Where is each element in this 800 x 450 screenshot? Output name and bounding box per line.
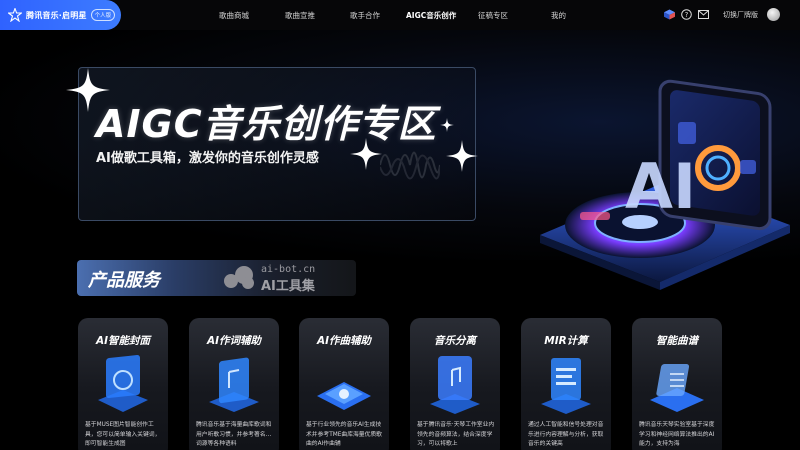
lyrics-sheet-icon xyxy=(209,357,259,412)
top-nav: 腾讯音乐·启明星 个人版 歌曲商城 歌曲宣推 歌手合作 AIGC音乐创作 征稿专… xyxy=(0,0,800,30)
cube-icon[interactable] xyxy=(664,9,675,20)
sparkle-icon xyxy=(66,68,110,112)
nav-item-song-promo[interactable]: 歌曲宣推 xyxy=(285,10,315,21)
nav-item-aigc[interactable]: AIGC音乐创作 xyxy=(406,10,456,21)
hero-subtitle: AI做歌工具箱，激发你的音乐创作灵感 xyxy=(96,151,319,166)
card-title: 智能曲谱 xyxy=(656,335,698,347)
star-logo-icon xyxy=(8,8,22,22)
help-icon[interactable]: ? xyxy=(681,9,692,20)
edition-badge[interactable]: 个人版 xyxy=(90,9,116,21)
sound-wave-icon xyxy=(380,151,440,180)
sparkle-icon xyxy=(446,140,478,172)
svg-text:?: ? xyxy=(685,11,689,19)
mail-icon[interactable] xyxy=(698,9,709,20)
card-mir-compute[interactable]: MIR计算 通过人工智能和信号处理对音乐进行内容理解与分析，获取音乐的关键高 xyxy=(521,318,611,450)
card-title: AI作词辅助 xyxy=(206,335,262,347)
nav-item-submissions[interactable]: 征稿专区 xyxy=(478,10,508,21)
card-description: 通过人工智能和信号处理对音乐进行内容理解与分析，获取音乐的关键高 xyxy=(528,422,604,447)
card-smart-score[interactable]: 智能曲谱 腾讯音乐天琴实验室基于深度学习和神经网络算法推出的AI能力，支持为海 xyxy=(632,318,722,450)
card-description: 基于MUSE图片智能创作工具，您可以简单输入关键词，即可智能生成图 xyxy=(85,422,161,447)
analysis-doc-icon xyxy=(541,358,591,414)
card-title: MIR计算 xyxy=(544,335,588,347)
watermark-name: AI工具集 xyxy=(261,279,315,294)
picture-frame-icon xyxy=(98,355,148,412)
avatar[interactable] xyxy=(767,8,780,21)
watermark-logo-icon xyxy=(224,266,254,289)
card-title: 音乐分离 xyxy=(434,335,476,347)
card-ai-lyrics[interactable]: AI作词辅助 腾讯音乐基于海量曲库歌词和用户听歌习惯，并参考著名…词源等各种语料 xyxy=(189,318,279,450)
nav-item-artist-coop[interactable]: 歌手合作 xyxy=(350,10,380,21)
card-description: 腾讯音乐基于海量曲库歌词和用户听歌习惯，并参考著名…词源等各种语料 xyxy=(196,422,272,447)
nav-item-mine[interactable]: 我的 xyxy=(551,10,566,21)
card-music-separation[interactable]: 音乐分离 基于腾讯音乐·天琴工作室业内领先的音频算法，结合深度学习，可以将歌上 xyxy=(410,318,500,450)
hero-banner: AI AIGC音乐创作专区 AI做歌工具箱，激发你的音乐创作灵感 xyxy=(0,30,800,290)
nav-right-tools: ? 切换厂牌版 xyxy=(664,8,780,21)
card-ai-composition[interactable]: AI作曲辅助 基于行业领先的音乐AI生成技术并参考TME曲库海量优质歌曲的AI作… xyxy=(299,318,389,450)
section-title: 产品服务 xyxy=(88,270,160,291)
music-score-icon xyxy=(650,364,704,412)
nav-item-song-store[interactable]: 歌曲商城 xyxy=(219,10,249,21)
sparkle-icon xyxy=(440,118,454,132)
brand-logo[interactable]: 腾讯音乐·启明星 个人版 xyxy=(0,0,121,30)
card-title: AI智能封面 xyxy=(95,335,151,347)
brand-name: 腾讯音乐·启明星 xyxy=(26,10,87,20)
card-description: 腾讯音乐天琴实验室基于深度学习和神经网络算法推出的AI能力，支持为海 xyxy=(639,422,715,447)
music-device-illustration: AI xyxy=(540,79,790,290)
svg-text:AI: AI xyxy=(625,150,696,223)
switch-label-edition[interactable]: 切换厂牌版 xyxy=(723,10,758,20)
card-description: 基于行业领先的音乐AI生成技术并参考TME曲库海量优质歌曲的AI作曲辅 xyxy=(306,422,382,447)
sparkle-icon xyxy=(350,138,382,170)
composition-panel-icon xyxy=(317,382,371,410)
card-title: AI作曲辅助 xyxy=(316,335,372,347)
card-description: 基于腾讯音乐·天琴工作室业内领先的音频算法，结合深度学习，可以将歌上 xyxy=(417,422,495,447)
watermark-url: ai-bot.cn xyxy=(261,264,316,275)
audio-split-icon xyxy=(430,356,480,414)
card-ai-cover[interactable]: AI智能封面 基于MUSE图片智能创作工具，您可以简单输入关键词，即可智能生成图 xyxy=(78,318,168,450)
